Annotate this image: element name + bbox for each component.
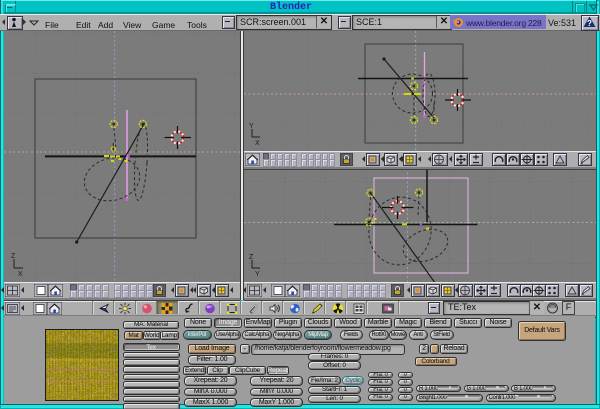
svg-text:Z: Z — [249, 254, 254, 261]
svg-text:Y: Y — [249, 123, 254, 130]
svg-text:Y: Y — [255, 271, 260, 278]
svg-text:?: ? — [587, 19, 592, 28]
svg-text:X: X — [255, 140, 260, 147]
svg-text:X: X — [18, 271, 23, 278]
svg-text:Z: Z — [11, 253, 16, 260]
